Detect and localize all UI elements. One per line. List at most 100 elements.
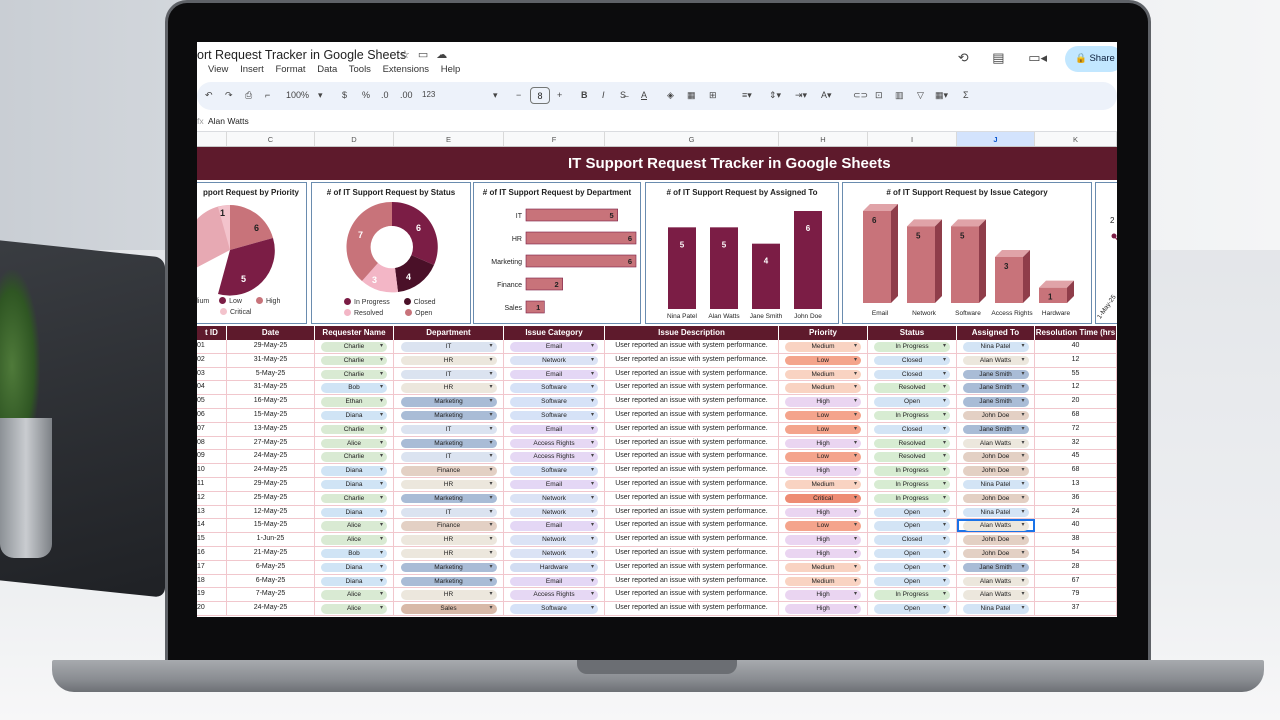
table-row[interactable]: 1312-May-25 Diana IT Network User reported a…	[197, 505, 1117, 520]
document-title[interactable]: ort Request Tracker in Google Sheets	[197, 48, 406, 62]
menu-format[interactable]: Format	[275, 64, 305, 75]
priority-dropdown-chip[interactable]: High	[785, 548, 861, 559]
status-dropdown-chip[interactable]: Resolved	[874, 383, 950, 393]
table-row[interactable]: 176-May-25 Diana Marketing Hardware User rep…	[197, 560, 1117, 575]
table-cell[interactable]: Diana	[315, 560, 394, 574]
table-cell[interactable]: Sales	[394, 602, 504, 615]
column-header-h[interactable]: H	[779, 132, 868, 146]
table-cell[interactable]: 38	[1035, 533, 1117, 546]
table-cell[interactable]: HR	[394, 533, 504, 546]
table-cell[interactable]: 13-May-25	[227, 422, 315, 436]
column-header-j[interactable]: J	[957, 132, 1035, 146]
table-cell[interactable]: Nina Patel	[957, 602, 1035, 615]
table-cell[interactable]: Access Rights	[504, 450, 605, 464]
table-cell[interactable]: Diana	[315, 574, 394, 588]
table-cell[interactable]: 11	[197, 477, 227, 491]
table-cell[interactable]: 20	[197, 602, 227, 615]
priority-dropdown-chip[interactable]: Critical	[785, 493, 861, 504]
table-cell[interactable]: Alan Watts	[957, 436, 1035, 450]
table-cell[interactable]: 21-May-25	[227, 546, 315, 560]
table-cell[interactable]: User reported an issue with system perfo…	[605, 436, 779, 450]
table-cell[interactable]: Diana	[315, 408, 394, 422]
menu-help[interactable]: Help	[441, 64, 461, 75]
assigned-dropdown-chip[interactable]: John Doe	[962, 452, 1029, 462]
assigned-dropdown-chip[interactable]: Jane Smith	[962, 369, 1029, 380]
assigned-dropdown-chip[interactable]: John Doe	[962, 410, 1029, 421]
table-cell[interactable]: High	[779, 464, 868, 477]
requester-dropdown-chip[interactable]: Alice	[321, 590, 387, 600]
priority-dropdown-chip[interactable]: Medium	[785, 369, 861, 380]
increase-decimal-button[interactable]: .00	[400, 90, 413, 100]
table-cell[interactable]: Email	[504, 574, 605, 588]
department-dropdown-chip[interactable]: HR	[400, 383, 497, 393]
table-cell[interactable]: Jane Smith	[957, 422, 1035, 436]
chart-partial[interactable]: 2 1-May-25	[1095, 182, 1117, 324]
share-button[interactable]: 🔒 Share	[1065, 46, 1117, 72]
table-cell[interactable]: Low	[779, 408, 868, 422]
category-dropdown-chip[interactable]: Software	[510, 410, 598, 421]
category-dropdown-chip[interactable]: Software	[510, 397, 598, 407]
table-cell[interactable]: 12	[1035, 381, 1117, 395]
chart-status[interactable]: # of IT Support Request by Status 6 7 4 …	[311, 182, 471, 324]
text-rotation-icon[interactable]: A▾	[821, 90, 832, 101]
category-dropdown-chip[interactable]: Email	[510, 576, 598, 587]
merge-cells-icon[interactable]: ⊞	[709, 90, 717, 101]
requester-dropdown-chip[interactable]: Charlie	[321, 452, 387, 462]
table-header-cell[interactable]: Issue Description	[605, 326, 779, 340]
assigned-dropdown-chip[interactable]: Jane Smith	[962, 562, 1029, 573]
table-cell[interactable]: 05	[197, 395, 227, 408]
priority-dropdown-chip[interactable]: High	[785, 397, 861, 407]
category-dropdown-chip[interactable]: Email	[510, 342, 598, 352]
decrease-decimal-button[interactable]: .0	[381, 90, 389, 100]
assigned-dropdown-chip[interactable]: Nina Patel	[962, 604, 1029, 614]
assigned-dropdown-chip[interactable]: Alan Watts	[962, 355, 1029, 366]
category-dropdown-chip[interactable]: Email	[510, 521, 598, 531]
requester-dropdown-chip[interactable]: Charlie	[321, 355, 387, 366]
category-dropdown-chip[interactable]: Network	[510, 507, 598, 518]
table-cell[interactable]: 24	[1035, 505, 1117, 519]
table-cell[interactable]: Charlie	[315, 353, 394, 367]
text-wrap-icon[interactable]: ⇥▾	[795, 90, 807, 101]
table-cell[interactable]: John Doe	[957, 408, 1035, 422]
table-cell[interactable]: 19	[197, 588, 227, 602]
table-cell[interactable]: 37	[1035, 602, 1117, 615]
table-cell[interactable]: 25-May-25	[227, 491, 315, 505]
assigned-dropdown-chip[interactable]: Jane Smith	[962, 383, 1029, 393]
status-dropdown-chip[interactable]: In Progress	[874, 493, 950, 504]
table-row[interactable]: 1415-May-25 Alice Finance Email User reporte…	[197, 519, 1117, 534]
table-cell[interactable]: 68	[1035, 408, 1117, 422]
table-cell[interactable]: User reported an issue with system perfo…	[605, 519, 779, 533]
priority-dropdown-chip[interactable]: Medium	[785, 342, 861, 352]
priority-dropdown-chip[interactable]: Low	[785, 424, 861, 435]
table-cell[interactable]: Charlie	[315, 491, 394, 505]
table-cell[interactable]: 72	[1035, 422, 1117, 436]
filter-views-icon[interactable]: ▦▾	[935, 90, 948, 101]
table-cell[interactable]: Open	[868, 395, 957, 408]
table-row[interactable]: 1225-May-25 Charlie Marketing Network User r…	[197, 491, 1117, 506]
table-cell[interactable]: Marketing	[394, 560, 504, 574]
requester-dropdown-chip[interactable]: Bob	[321, 383, 387, 393]
table-cell[interactable]: Ethan	[315, 395, 394, 408]
table-cell[interactable]: 03	[197, 367, 227, 381]
department-dropdown-chip[interactable]: Marketing	[400, 493, 497, 504]
column-header-d[interactable]: D	[315, 132, 394, 146]
priority-dropdown-chip[interactable]: Low	[785, 452, 861, 462]
table-cell[interactable]: Alan Watts	[957, 574, 1035, 588]
table-cell[interactable]: Open	[868, 546, 957, 560]
table-cell[interactable]: John Doe	[957, 450, 1035, 464]
table-header-cell[interactable]: Assigned To	[957, 326, 1035, 340]
strikethrough-icon[interactable]: S̶	[620, 90, 626, 100]
column-header-c[interactable]: C	[227, 132, 315, 146]
table-row[interactable]: 0827-May-25 Alice Marketing Access Rights Us…	[197, 436, 1117, 451]
table-row[interactable]: 0615-May-25 Diana Marketing Software User re…	[197, 408, 1117, 423]
table-cell[interactable]: 67	[1035, 574, 1117, 588]
table-cell[interactable]: 40	[1035, 519, 1117, 533]
assigned-dropdown-chip[interactable]: Nina Patel	[962, 479, 1029, 490]
priority-dropdown-chip[interactable]: High	[785, 535, 861, 545]
requester-dropdown-chip[interactable]: Diana	[321, 507, 387, 518]
percent-button[interactable]: %	[362, 90, 370, 100]
table-cell[interactable]: In Progress	[868, 491, 957, 505]
history-icon[interactable]: ⟲	[958, 50, 969, 65]
requester-dropdown-chip[interactable]: Charlie	[321, 424, 387, 435]
zoom-select[interactable]: 100%	[286, 90, 309, 100]
